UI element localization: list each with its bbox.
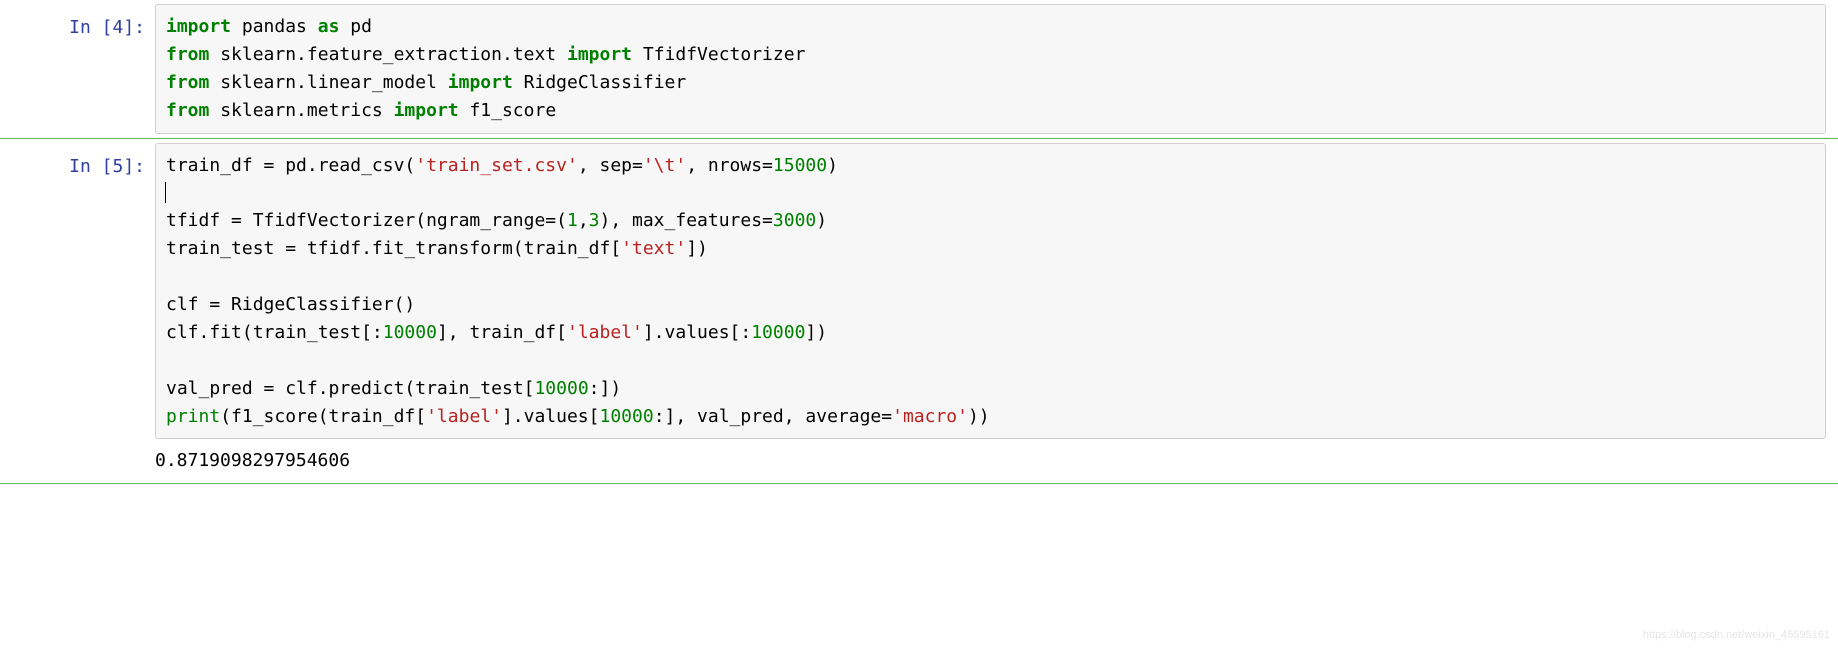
code-text: ) [816,210,827,231]
string-literal: 'text' [621,238,686,259]
code-text: ), max_features= [600,210,773,231]
text-cursor [165,182,166,204]
import-name: f1_score [459,100,557,121]
import-name: RidgeClassifier [513,72,686,93]
keyword-import: import [166,16,231,37]
string-literal: 'label' [426,406,502,427]
code-text: , sep= [578,155,643,176]
notebook: In [4]: import pandas as pd from sklearn… [0,0,1838,484]
code-text: clf.fit(train_test[: [166,322,383,343]
code-text: tfidf = TfidfVectorizer(ngram_range=( [166,210,567,231]
input-area: import pandas as pd from sklearn.feature… [155,4,1838,134]
module-path: sklearn.feature_extraction.text [209,44,567,65]
code-text: , [578,210,589,231]
code-text: :], val_pred, average= [654,406,892,427]
number-literal: 10000 [600,406,654,427]
code-text: ]) [686,238,708,259]
code-text: clf = RidgeClassifier() [166,294,415,315]
code-text: train_test = tfidf.fit_transform(train_d… [166,238,621,259]
code-text: ].values[: [643,322,751,343]
input-area: train_df = pd.read_csv('train_set.csv', … [155,143,1838,480]
code-editor[interactable]: import pandas as pd from sklearn.feature… [155,4,1826,134]
string-literal: '\t' [643,155,686,176]
number-literal: 10000 [751,322,805,343]
input-prompt: In [4]: [0,4,155,134]
number-literal: 1 [567,210,578,231]
code-text: ], train_df[ [437,322,567,343]
string-literal: 'macro' [892,406,968,427]
code-text: val_pred = clf.predict(train_test[ [166,378,534,399]
number-literal: 10000 [534,378,588,399]
watermark-text: https://blog.csdn.net/weixin_45595161 [1643,627,1830,644]
number-literal: 15000 [773,155,827,176]
code-text: train_df = pd.read_csv( [166,155,415,176]
code-text: :]) [589,378,622,399]
module-path: sklearn.metrics [209,100,393,121]
code-cell: In [4]: import pandas as pd from sklearn… [0,0,1838,138]
output-text: 0.8719098297954606 [155,439,1826,479]
builtin-print: print [166,406,220,427]
number-literal: 3 [589,210,600,231]
keyword-from: from [166,100,209,121]
keyword-import: import [448,72,513,93]
code-text: ].values[ [502,406,600,427]
import-name: TfidfVectorizer [632,44,805,65]
keyword-import: import [394,100,459,121]
keyword-as: as [318,16,340,37]
string-literal: 'train_set.csv' [415,155,578,176]
number-literal: 3000 [773,210,816,231]
keyword-import: import [567,44,632,65]
code-cell-selected: In [5]: train_df = pd.read_csv('train_se… [0,138,1838,485]
number-literal: 10000 [383,322,437,343]
prompt-label: In [5]: [69,156,145,177]
prompt-label: In [4]: [69,17,145,38]
alias-name: pd [339,16,372,37]
code-text: ) [827,155,838,176]
module-path: sklearn.linear_model [209,72,447,93]
code-text: )) [968,406,990,427]
keyword-from: from [166,72,209,93]
code-text: , nrows= [686,155,773,176]
code-text: (f1_score(train_df[ [220,406,426,427]
string-literal: 'label' [567,322,643,343]
keyword-from: from [166,44,209,65]
module-name: pandas [231,16,318,37]
code-text: ]) [805,322,827,343]
input-prompt: In [5]: [0,143,155,480]
code-editor[interactable]: train_df = pd.read_csv('train_set.csv', … [155,143,1826,440]
